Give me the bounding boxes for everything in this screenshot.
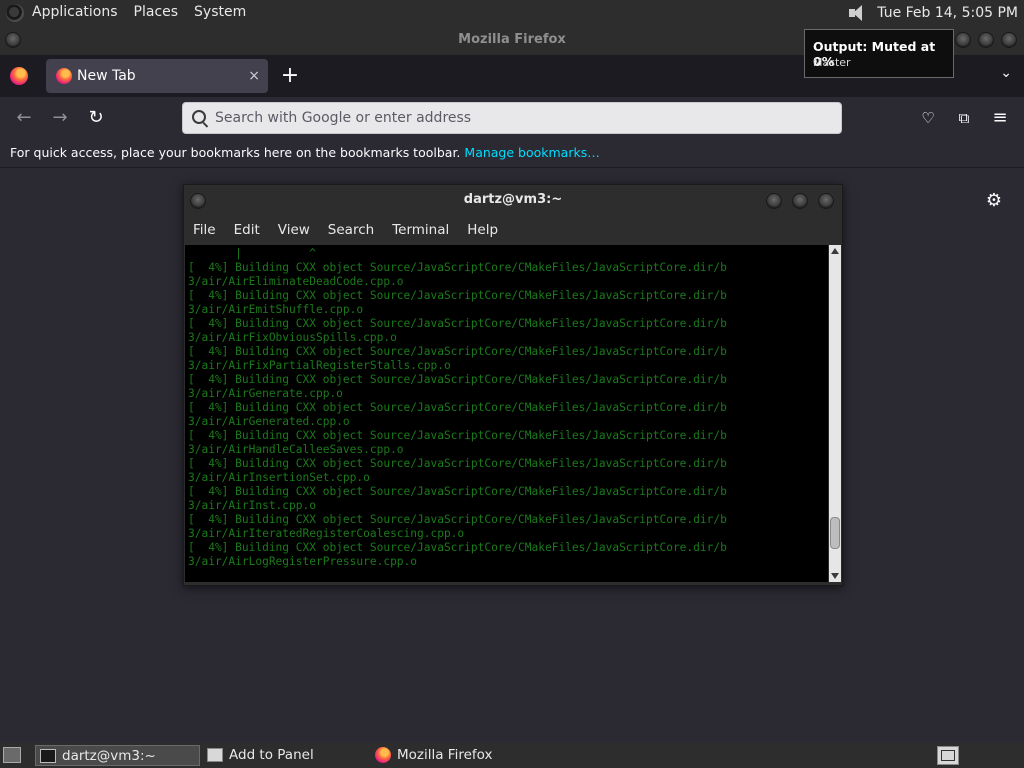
terminal-titlebar[interactable]: dartz@vm3:~ [184,185,842,215]
reload-icon[interactable]: ↻ [82,104,110,132]
tab-close-icon[interactable]: × [248,59,260,93]
terminal-minimize-button[interactable] [766,193,782,209]
taskbar-item-add-to-panel[interactable]: Add to Panel [203,745,363,766]
hamburger-menu-icon[interactable]: ≡ [986,104,1014,132]
terminal-title: dartz@vm3:~ [463,192,563,207]
terminal-screen[interactable]: | ^ [ 4%] Building CXX object Source/Jav… [185,245,828,582]
terminal-maximize-button[interactable] [792,193,808,209]
navigation-toolbar: ← → ↻ ♡ ⧉ ≡ [0,97,1024,139]
bookmarks-toolbar: For quick access, place your bookmarks h… [0,139,1024,168]
terminal-menu-file[interactable]: File [184,215,225,245]
volume-tooltip: Output: Muted at 0% Master [804,29,954,78]
bottom-panel: dartz@vm3:~ Add to Panel Mozilla Firefox [0,743,1024,768]
scroll-down-arrow-icon[interactable] [831,573,839,579]
address-input[interactable] [215,103,815,133]
firefox-icon [375,747,391,763]
taskbar-item-label: Add to Panel [229,747,314,763]
terminal-menu-terminal[interactable]: Terminal [383,215,458,245]
pocket-icon[interactable]: ♡ [914,104,942,132]
list-all-tabs-chevron-icon[interactable]: ⌄ [1000,65,1012,81]
gear-icon[interactable]: ⚙ [986,190,1002,211]
terminal-scrollbar[interactable] [829,245,841,582]
top-panel: Applications Places System Tue Feb 14, 5… [0,0,1024,25]
add-to-panel-icon [207,748,223,762]
volume-tooltip-subtitle: Master [813,56,851,69]
back-arrow-icon[interactable]: ← [10,104,38,132]
tab-new-tab[interactable]: New Tab × [46,59,268,93]
scrollbar-thumb[interactable] [830,517,840,550]
workspace-switcher[interactable] [937,746,959,765]
terminal-menubar: File Edit View Search Terminal Help [184,215,842,245]
distro-logo-icon[interactable] [6,3,24,22]
terminal-menu-search[interactable]: Search [319,215,383,245]
clock[interactable]: Tue Feb 14, 5:05 PM [877,5,1020,21]
url-bar[interactable] [182,102,842,134]
taskbar-item-label: Mozilla Firefox [397,747,493,763]
bookmarks-toolbar-hint: For quick access, place your bookmarks h… [10,145,461,160]
terminal-output: | ^ [ 4%] Building CXX object Source/Jav… [188,247,727,568]
extensions-icon[interactable]: ⧉ [950,104,978,132]
terminal-menu-edit[interactable]: Edit [225,215,269,245]
show-desktop-icon[interactable] [3,747,21,763]
new-tab-button[interactable]: + [280,62,300,90]
terminal-icon [40,749,56,763]
tab-title: New Tab [77,68,136,84]
maximize-button[interactable] [978,32,994,48]
taskbar-item-terminal[interactable]: dartz@vm3:~ [35,745,200,766]
system-menu[interactable]: System [186,0,254,25]
places-menu[interactable]: Places [126,0,187,25]
close-window-button[interactable] [1001,32,1017,48]
terminal-window[interactable]: dartz@vm3:~ File Edit View Search Termin… [183,184,843,586]
scroll-up-arrow-icon[interactable] [831,248,839,254]
terminal-menu-view[interactable]: View [269,215,319,245]
terminal-menu-help[interactable]: Help [458,215,507,245]
search-icon [192,110,206,124]
applications-menu[interactable]: Applications [24,0,126,25]
taskbar-item-label: dartz@vm3:~ [62,748,156,764]
firefox-icon [56,68,72,84]
minimize-button[interactable] [955,32,971,48]
taskbar-item-firefox[interactable]: Mozilla Firefox [371,745,531,766]
terminal-close-button[interactable] [818,193,834,209]
firefox-view-icon[interactable] [10,67,28,85]
manage-bookmarks-link[interactable]: Manage bookmarks… [464,145,599,160]
forward-arrow-icon[interactable]: → [46,104,74,132]
volume-muted-icon[interactable] [847,4,869,22]
